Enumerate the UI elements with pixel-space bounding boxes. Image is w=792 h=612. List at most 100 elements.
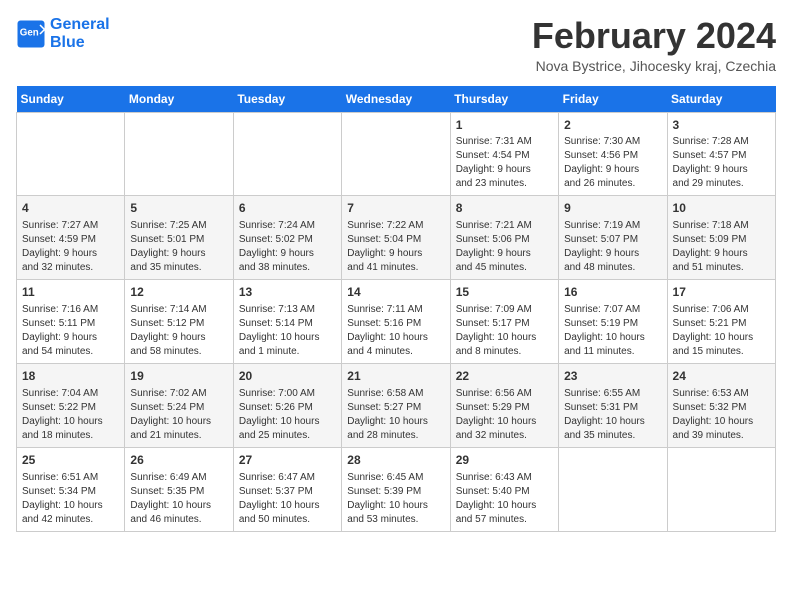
calendar-header-row: SundayMondayTuesdayWednesdayThursdayFrid… xyxy=(17,86,776,113)
day-number: 5 xyxy=(130,200,227,217)
calendar-cell: 10 Sunrise: 7:18 AM Sunset: 5:09 PM Dayli… xyxy=(667,196,775,280)
day-number: 14 xyxy=(347,284,444,301)
calendar-cell xyxy=(342,112,450,196)
day-number: 17 xyxy=(673,284,770,301)
day-info: Sunrise: 7:28 AM Sunset: 4:57 PM Dayligh… xyxy=(673,135,770,191)
day-number: 18 xyxy=(22,368,119,385)
calendar-cell: 20 Sunrise: 7:00 AM Sunset: 5:26 PM Dayli… xyxy=(233,363,341,447)
calendar-cell: 28 Sunrise: 6:45 AM Sunset: 5:39 PM Dayli… xyxy=(342,447,450,531)
calendar-cell: 1Sunrise: 7:31 AM Sunset: 4:54 PM Daylig… xyxy=(450,112,558,196)
calendar-cell: 23 Sunrise: 6:55 AM Sunset: 5:31 PM Dayli… xyxy=(559,363,667,447)
day-info: Sunrise: 7:18 AM Sunset: 5:09 PM Dayligh… xyxy=(673,219,770,275)
day-info: Sunrise: 6:56 AM Sunset: 5:29 PM Dayligh… xyxy=(456,387,553,443)
day-info: Sunrise: 7:09 AM Sunset: 5:17 PM Dayligh… xyxy=(456,303,553,359)
day-info: Sunrise: 6:47 AM Sunset: 5:37 PM Dayligh… xyxy=(239,471,336,527)
calendar-cell: 2Sunrise: 7:30 AM Sunset: 4:56 PM Daylig… xyxy=(559,112,667,196)
header-sunday: Sunday xyxy=(17,86,125,113)
day-info: Sunrise: 6:49 AM Sunset: 5:35 PM Dayligh… xyxy=(130,471,227,527)
day-number: 4 xyxy=(22,200,119,217)
calendar-table: SundayMondayTuesdayWednesdayThursdayFrid… xyxy=(16,86,776,532)
day-number: 25 xyxy=(22,452,119,469)
day-info: Sunrise: 7:00 AM Sunset: 5:26 PM Dayligh… xyxy=(239,387,336,443)
calendar-subtitle: Nova Bystrice, Jihocesky kraj, Czechia xyxy=(532,58,776,74)
calendar-cell xyxy=(125,112,233,196)
day-number: 11 xyxy=(22,284,119,301)
day-number: 28 xyxy=(347,452,444,469)
calendar-cell: 29 Sunrise: 6:43 AM Sunset: 5:40 PM Dayli… xyxy=(450,447,558,531)
calendar-cell: 6 Sunrise: 7:24 AM Sunset: 5:02 PM Daylig… xyxy=(233,196,341,280)
calendar-cell: 22Sunrise: 6:56 AM Sunset: 5:29 PM Dayli… xyxy=(450,363,558,447)
calendar-cell: 9 Sunrise: 7:19 AM Sunset: 5:07 PM Daylig… xyxy=(559,196,667,280)
day-info: Sunrise: 7:19 AM Sunset: 5:07 PM Dayligh… xyxy=(564,219,661,275)
calendar-cell: 25 Sunrise: 6:51 AM Sunset: 5:34 PM Dayli… xyxy=(17,447,125,531)
day-number: 27 xyxy=(239,452,336,469)
calendar-cell xyxy=(667,447,775,531)
day-info: Sunrise: 7:25 AM Sunset: 5:01 PM Dayligh… xyxy=(130,219,227,275)
calendar-cell: 5 Sunrise: 7:25 AM Sunset: 5:01 PM Daylig… xyxy=(125,196,233,280)
day-info: Sunrise: 6:58 AM Sunset: 5:27 PM Dayligh… xyxy=(347,387,444,443)
day-number: 20 xyxy=(239,368,336,385)
day-info: Sunrise: 7:07 AM Sunset: 5:19 PM Dayligh… xyxy=(564,303,661,359)
calendar-week-row: 4 Sunrise: 7:27 AM Sunset: 4:59 PM Daylig… xyxy=(17,196,776,280)
logo: Gen General Blue xyxy=(16,16,110,51)
day-number: 24 xyxy=(673,368,770,385)
day-number: 21 xyxy=(347,368,444,385)
header-wednesday: Wednesday xyxy=(342,86,450,113)
calendar-week-row: 1Sunrise: 7:31 AM Sunset: 4:54 PM Daylig… xyxy=(17,112,776,196)
calendar-cell: 11 Sunrise: 7:16 AM Sunset: 5:11 PM Dayli… xyxy=(17,280,125,364)
day-number: 26 xyxy=(130,452,227,469)
day-info: Sunrise: 6:51 AM Sunset: 5:34 PM Dayligh… xyxy=(22,471,119,527)
day-info: Sunrise: 7:13 AM Sunset: 5:14 PM Dayligh… xyxy=(239,303,336,359)
header-tuesday: Tuesday xyxy=(233,86,341,113)
day-info: Sunrise: 6:55 AM Sunset: 5:31 PM Dayligh… xyxy=(564,387,661,443)
day-number: 1 xyxy=(456,117,553,134)
day-info: Sunrise: 6:43 AM Sunset: 5:40 PM Dayligh… xyxy=(456,471,553,527)
day-number: 10 xyxy=(673,200,770,217)
day-info: Sunrise: 7:04 AM Sunset: 5:22 PM Dayligh… xyxy=(22,387,119,443)
calendar-cell: 18 Sunrise: 7:04 AM Sunset: 5:22 PM Dayli… xyxy=(17,363,125,447)
header-saturday: Saturday xyxy=(667,86,775,113)
calendar-cell: 19Sunrise: 7:02 AM Sunset: 5:24 PM Dayli… xyxy=(125,363,233,447)
calendar-week-row: 11 Sunrise: 7:16 AM Sunset: 5:11 PM Dayli… xyxy=(17,280,776,364)
calendar-cell: 24 Sunrise: 6:53 AM Sunset: 5:32 PM Dayli… xyxy=(667,363,775,447)
svg-text:Gen: Gen xyxy=(20,27,39,38)
calendar-week-row: 18 Sunrise: 7:04 AM Sunset: 5:22 PM Dayli… xyxy=(17,363,776,447)
calendar-cell xyxy=(233,112,341,196)
day-number: 29 xyxy=(456,452,553,469)
day-info: Sunrise: 7:02 AM Sunset: 5:24 PM Dayligh… xyxy=(130,387,227,443)
day-number: 23 xyxy=(564,368,661,385)
calendar-cell: 7 Sunrise: 7:22 AM Sunset: 5:04 PM Daylig… xyxy=(342,196,450,280)
day-info: Sunrise: 7:14 AM Sunset: 5:12 PM Dayligh… xyxy=(130,303,227,359)
day-number: 6 xyxy=(239,200,336,217)
day-number: 12 xyxy=(130,284,227,301)
day-info: Sunrise: 7:22 AM Sunset: 5:04 PM Dayligh… xyxy=(347,219,444,275)
day-number: 8 xyxy=(456,200,553,217)
title-section: February 2024 Nova Bystrice, Jihocesky k… xyxy=(532,16,776,74)
calendar-title: February 2024 xyxy=(532,16,776,56)
logo-text-blue: Blue xyxy=(50,34,110,52)
calendar-week-row: 25 Sunrise: 6:51 AM Sunset: 5:34 PM Dayli… xyxy=(17,447,776,531)
day-number: 7 xyxy=(347,200,444,217)
day-info: Sunrise: 6:45 AM Sunset: 5:39 PM Dayligh… xyxy=(347,471,444,527)
calendar-cell: 12 Sunrise: 7:14 AM Sunset: 5:12 PM Dayli… xyxy=(125,280,233,364)
calendar-cell xyxy=(17,112,125,196)
calendar-cell: 13 Sunrise: 7:13 AM Sunset: 5:14 PM Dayli… xyxy=(233,280,341,364)
page-header: Gen General Blue February 2024 Nova Byst… xyxy=(16,16,776,74)
day-info: Sunrise: 7:16 AM Sunset: 5:11 PM Dayligh… xyxy=(22,303,119,359)
day-number: 2 xyxy=(564,117,661,134)
day-info: Sunrise: 7:24 AM Sunset: 5:02 PM Dayligh… xyxy=(239,219,336,275)
day-info: Sunrise: 7:27 AM Sunset: 4:59 PM Dayligh… xyxy=(22,219,119,275)
day-number: 9 xyxy=(564,200,661,217)
day-info: Sunrise: 7:31 AM Sunset: 4:54 PM Dayligh… xyxy=(456,135,553,191)
day-info: Sunrise: 7:30 AM Sunset: 4:56 PM Dayligh… xyxy=(564,135,661,191)
calendar-cell: 3Sunrise: 7:28 AM Sunset: 4:57 PM Daylig… xyxy=(667,112,775,196)
day-number: 13 xyxy=(239,284,336,301)
calendar-cell: 8 Sunrise: 7:21 AM Sunset: 5:06 PM Daylig… xyxy=(450,196,558,280)
calendar-cell: 4 Sunrise: 7:27 AM Sunset: 4:59 PM Daylig… xyxy=(17,196,125,280)
header-monday: Monday xyxy=(125,86,233,113)
day-info: Sunrise: 6:53 AM Sunset: 5:32 PM Dayligh… xyxy=(673,387,770,443)
calendar-cell: 15Sunrise: 7:09 AM Sunset: 5:17 PM Dayli… xyxy=(450,280,558,364)
calendar-cell: 17Sunrise: 7:06 AM Sunset: 5:21 PM Dayli… xyxy=(667,280,775,364)
calendar-cell: 26 Sunrise: 6:49 AM Sunset: 5:35 PM Dayli… xyxy=(125,447,233,531)
day-info: Sunrise: 7:21 AM Sunset: 5:06 PM Dayligh… xyxy=(456,219,553,275)
